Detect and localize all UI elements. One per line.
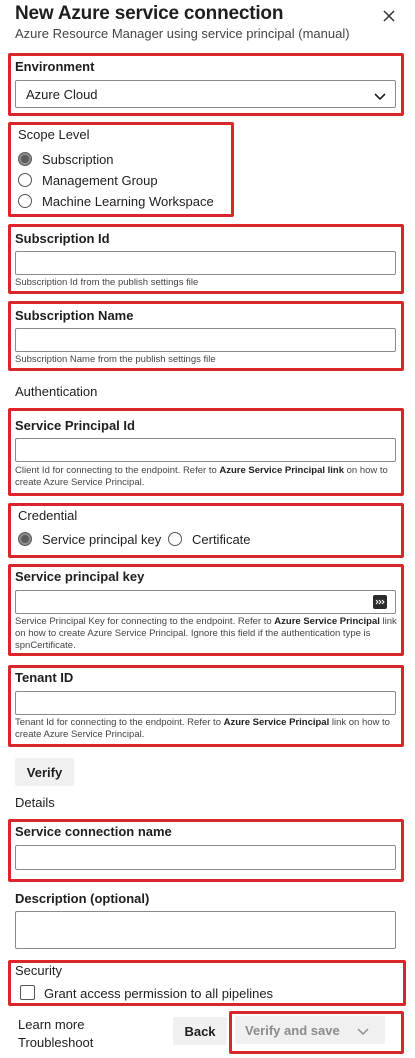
environment-label: Environment bbox=[15, 59, 95, 74]
password-manager-icon[interactable] bbox=[373, 595, 387, 609]
learn-more-link[interactable]: Learn more bbox=[18, 1017, 84, 1032]
verify-button[interactable]: Verify bbox=[15, 758, 74, 786]
subscription-id-help: Subscription Id from the publish setting… bbox=[15, 277, 199, 288]
description-input[interactable] bbox=[15, 911, 396, 949]
scope-ml-workspace-radio[interactable] bbox=[18, 194, 32, 208]
subscription-name-input[interactable] bbox=[15, 328, 396, 352]
details-heading: Details bbox=[15, 795, 55, 810]
grant-access-checkbox[interactable] bbox=[20, 985, 35, 1000]
subscription-id-label: Subscription Id bbox=[15, 231, 110, 246]
credential-certificate-label: Certificate bbox=[192, 532, 251, 547]
grant-access-label: Grant access permission to all pipelines bbox=[44, 986, 274, 1001]
scope-subscription-label: Subscription bbox=[42, 152, 114, 167]
security-label: Security bbox=[15, 963, 62, 978]
service-principal-key-label: Service principal key bbox=[15, 569, 145, 584]
dialog-title: New Azure service connection bbox=[15, 3, 284, 24]
tenant-id-help: Tenant Id for connecting to the endpoint… bbox=[15, 717, 390, 740]
dialog-subtitle: Azure Resource Manager using service pri… bbox=[15, 26, 350, 41]
authentication-heading: Authentication bbox=[15, 384, 98, 399]
close-icon[interactable] bbox=[382, 9, 396, 23]
scope-management-group-radio[interactable] bbox=[18, 173, 32, 187]
scope-ml-workspace-label: Machine Learning Workspace bbox=[42, 194, 214, 209]
tenant-id-input[interactable] bbox=[15, 691, 396, 715]
subscription-name-label: Subscription Name bbox=[15, 308, 134, 323]
description-label: Description (optional) bbox=[15, 891, 150, 906]
troubleshoot-link[interactable]: Troubleshoot bbox=[18, 1035, 93, 1050]
chevron-down-icon bbox=[374, 89, 386, 107]
service-principal-id-label: Service Principal Id bbox=[15, 418, 135, 433]
scope-subscription-radio[interactable] bbox=[18, 152, 32, 166]
service-principal-id-input[interactable] bbox=[15, 438, 396, 462]
service-principal-id-help: Client Id for connecting to the endpoint… bbox=[15, 465, 388, 488]
azure-service-principal-link[interactable]: Azure Service Principal bbox=[224, 717, 330, 728]
service-principal-key-input[interactable] bbox=[15, 590, 396, 614]
scope-management-group-label: Management Group bbox=[42, 173, 158, 188]
connection-name-input[interactable] bbox=[15, 845, 396, 870]
service-principal-key-help: Service Principal Key for connecting to … bbox=[15, 616, 397, 651]
chevron-down-icon[interactable] bbox=[357, 1024, 369, 1042]
tenant-id-label: Tenant ID bbox=[15, 670, 74, 685]
back-button[interactable]: Back bbox=[173, 1017, 227, 1045]
environment-selected-value: Azure Cloud bbox=[26, 87, 98, 102]
subscription-name-help: Subscription Name from the publish setti… bbox=[15, 354, 216, 365]
azure-service-principal-link[interactable]: Azure Service Principal link bbox=[219, 465, 344, 476]
credential-key-radio[interactable] bbox=[18, 532, 32, 546]
credential-label: Credential bbox=[18, 508, 78, 523]
subscription-id-input[interactable] bbox=[15, 251, 396, 275]
connection-name-label: Service connection name bbox=[15, 824, 172, 839]
credential-key-label: Service principal key bbox=[42, 532, 162, 547]
environment-select[interactable]: Azure Cloud bbox=[15, 80, 396, 108]
credential-certificate-radio[interactable] bbox=[168, 532, 182, 546]
scope-label: Scope Level bbox=[18, 127, 90, 142]
verify-and-save-label: Verify and save bbox=[245, 1022, 340, 1038]
azure-service-principal-link[interactable]: Azure Service Principal bbox=[274, 616, 380, 627]
